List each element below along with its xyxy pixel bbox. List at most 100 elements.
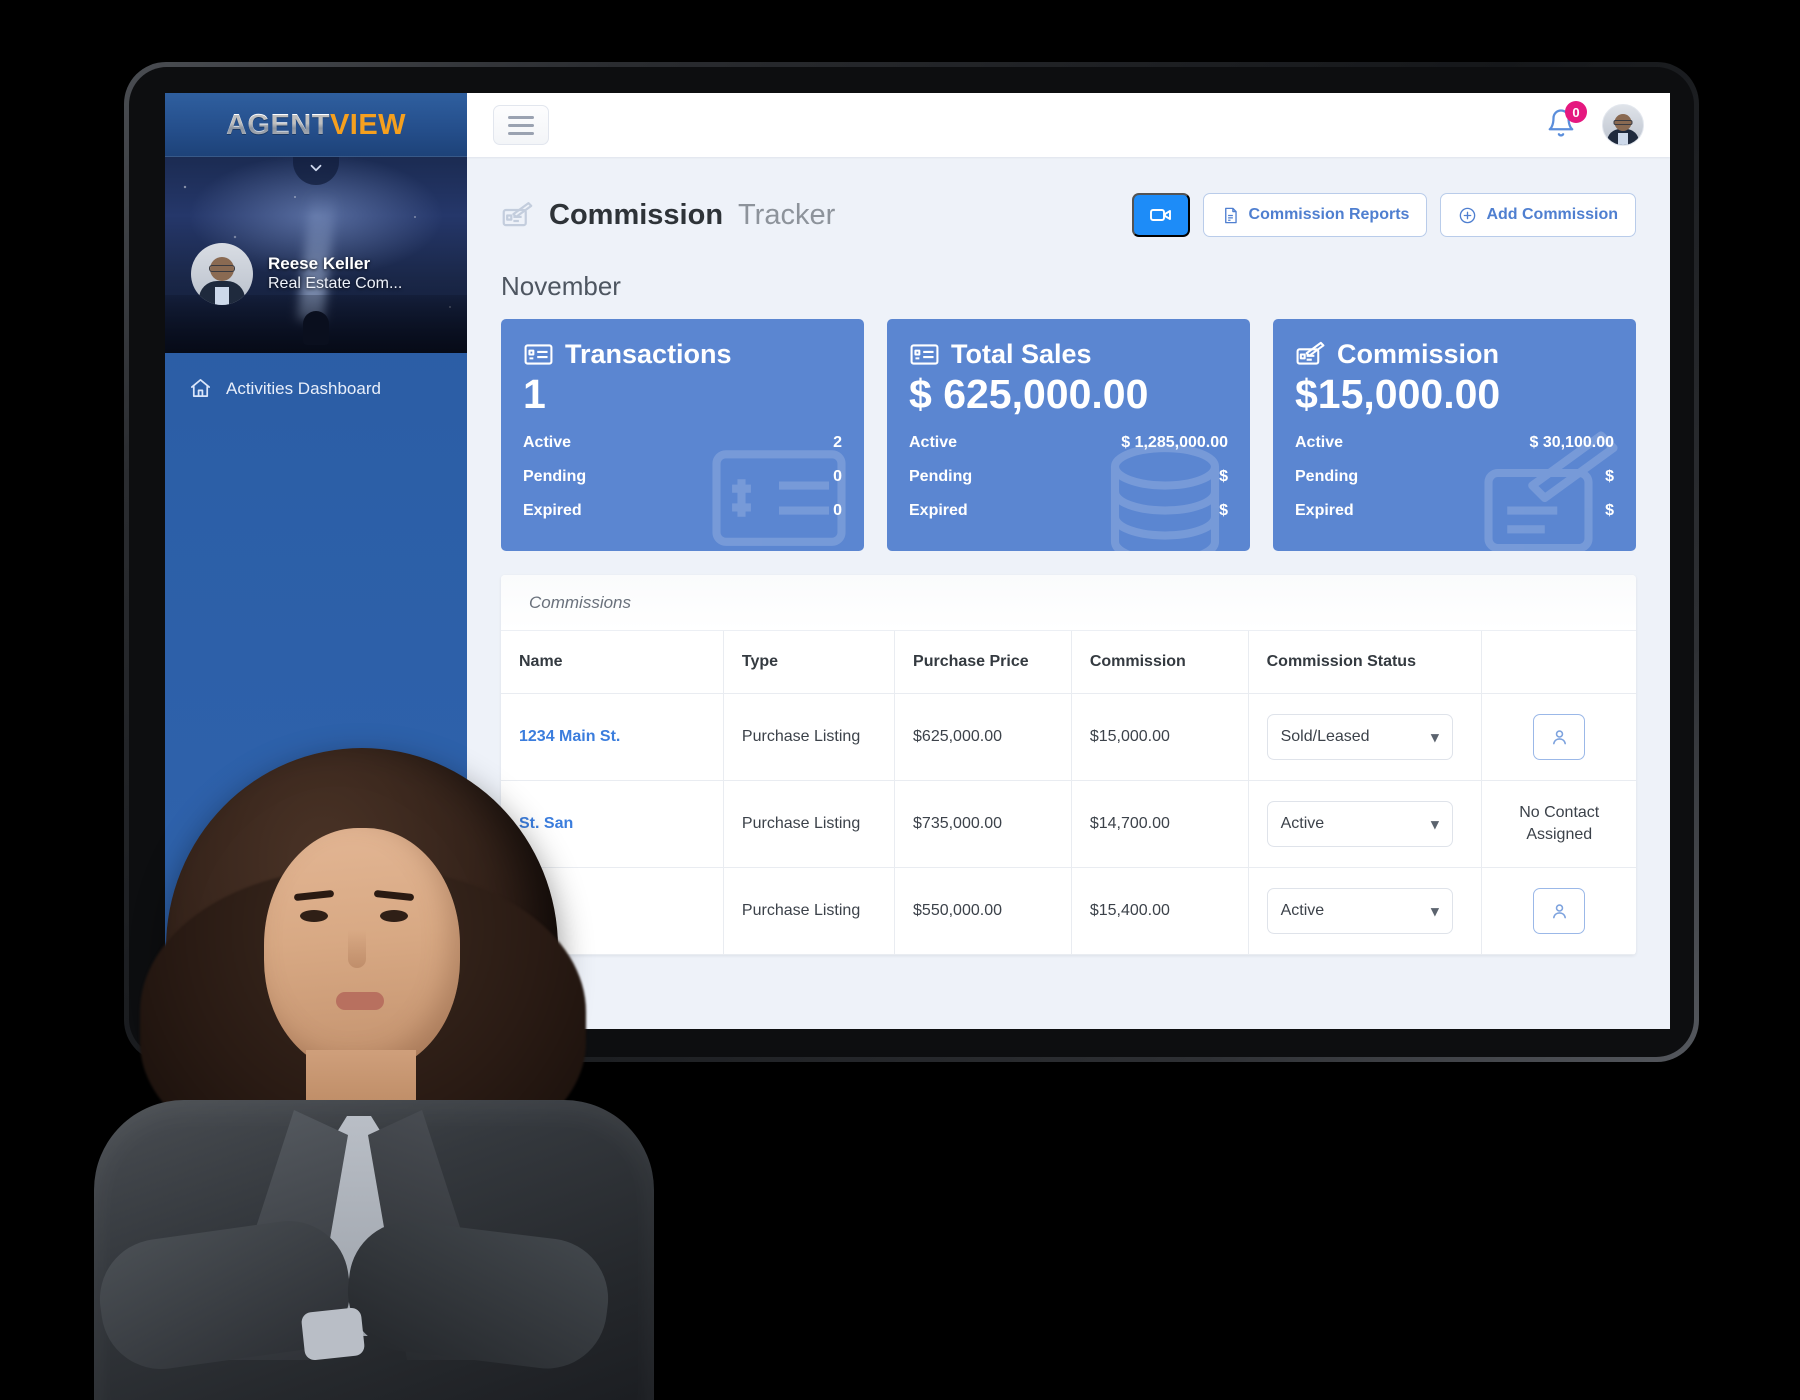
check-card-icon	[910, 344, 939, 365]
column-header-commission-status[interactable]: Commission Status	[1248, 631, 1483, 694]
chevron-down-icon	[310, 164, 322, 172]
property-link[interactable]: 1234 Main St.	[519, 728, 620, 745]
card-row-key: Active	[1295, 434, 1344, 452]
avatar	[191, 243, 253, 305]
column-header-type[interactable]: Type	[723, 631, 896, 694]
card-row: Active $ 30,100.00	[1295, 426, 1614, 460]
logo-text-view: VIEW	[329, 108, 407, 141]
cell-type: Purchase Listing	[723, 780, 896, 868]
card-row-value: $ 1,285,000.00	[1121, 434, 1228, 452]
commission-status-value: Active	[1280, 815, 1325, 832]
app-logo[interactable]: AGENTVIEW	[165, 93, 467, 157]
user-avatar-button[interactable]	[1602, 104, 1644, 146]
card-row-key: Expired	[909, 502, 968, 520]
tablet-device-frame: AGENTVIEW Reese Keller Real Estate Com..…	[124, 62, 1699, 1062]
table-row[interactable]: St. San Purchase Listing $735,000.00 $14…	[501, 780, 1636, 868]
add-commission-button[interactable]: Add Commission	[1440, 193, 1636, 237]
profile-hero-banner: Reese Keller Real Estate Com...	[165, 157, 467, 353]
cell-action	[1481, 693, 1636, 781]
presenter-arm	[341, 1214, 615, 1376]
sidebar-item-activities-dashboard[interactable]: Activities Dashboard	[165, 363, 467, 414]
card-breakdown: Active 2 Pending 0 Expired 0	[523, 426, 842, 528]
page-actions: Commission Reports Add Commission	[1131, 193, 1636, 237]
report-document-icon	[1224, 207, 1237, 223]
check-pen-icon	[502, 201, 533, 226]
topbar: 0	[467, 93, 1670, 157]
notification-badge: 0	[1565, 101, 1587, 123]
logo-text-agent: AGENT	[225, 108, 330, 141]
hamburger-line	[508, 123, 534, 127]
column-header-purchase-price[interactable]: Purchase Price	[894, 631, 1072, 694]
screenshot-stage: AGENTVIEW Reese Keller Real Estate Com..…	[0, 0, 1800, 1400]
card-row-value: $ 30,100.00	[1529, 434, 1614, 452]
stat-card-transactions: Transactions 1 Active 2 Pending 0 Expired 0	[501, 319, 864, 551]
column-header-commission[interactable]: Commission	[1071, 631, 1249, 694]
column-header-actions	[1481, 631, 1636, 694]
month-label: November	[501, 271, 621, 301]
user-icon	[1552, 903, 1566, 918]
check-pen-icon	[1296, 341, 1325, 365]
presenter-arm	[92, 1213, 358, 1377]
presenter-cuff	[300, 1306, 366, 1362]
plus-circle-icon	[1460, 207, 1476, 223]
commissions-table: Name Type Purchase Price Commission Comm…	[501, 631, 1636, 955]
card-row: Active 2	[523, 426, 842, 460]
video-button[interactable]	[1131, 193, 1190, 237]
person-silhouette	[303, 311, 329, 345]
tab-commissions[interactable]: Commissions	[529, 593, 631, 613]
table-head: Name Type Purchase Price Commission Comm…	[501, 631, 1636, 694]
profile-summary[interactable]: Reese Keller Real Estate Com...	[191, 243, 402, 305]
topbar-right-group: 0	[1546, 101, 1644, 146]
card-row-key: Expired	[523, 502, 582, 520]
notifications-button[interactable]: 0	[1546, 101, 1587, 142]
video-camera-icon	[1149, 209, 1171, 221]
table-row[interactable]: Purchase Listing $550,000.00 $15,400.00 …	[501, 867, 1636, 955]
cell-action: No Contact Assigned	[1481, 780, 1636, 868]
tablet-bezel: AGENTVIEW Reese Keller Real Estate Com..…	[129, 67, 1694, 1057]
chevron-down-icon: ▾	[1431, 816, 1439, 833]
table-row[interactable]: 1234 Main St. Purchase Listing $625,000.…	[501, 693, 1636, 781]
assign-contact-button[interactable]	[1533, 714, 1586, 760]
cell-commission-status: Sold/Leased ▾	[1248, 693, 1483, 781]
card-row-value: $	[1605, 468, 1614, 486]
chevron-down-icon: ▾	[1431, 729, 1439, 746]
cell-action	[1481, 867, 1636, 955]
property-link[interactable]: St. San	[519, 815, 573, 832]
stat-card-commission: Commission $15,000.00 Active $ 30,100.00 …	[1273, 319, 1636, 551]
commission-status-select[interactable]: Sold/Leased ▾	[1266, 714, 1453, 760]
profile-role: Real Estate Com...	[268, 275, 403, 293]
card-header: Transactions	[523, 339, 842, 370]
card-row-value: $	[1605, 502, 1614, 520]
assign-contact-button[interactable]	[1533, 888, 1586, 934]
presenter-blazer	[94, 1100, 654, 1400]
cell-commission-status: Active ▾	[1248, 780, 1483, 868]
cell-type: Purchase Listing	[723, 867, 896, 955]
table-body: 1234 Main St. Purchase Listing $625,000.…	[501, 693, 1636, 955]
menu-toggle-button[interactable]	[493, 105, 549, 145]
presenter-shirt	[317, 1116, 401, 1336]
card-row: Pending 0	[523, 460, 842, 494]
column-header-name[interactable]: Name	[501, 631, 724, 694]
cell-commission: $15,000.00	[1071, 693, 1249, 781]
card-label: Transactions	[565, 339, 732, 369]
card-value: 1	[523, 371, 546, 417]
cell-name	[501, 867, 724, 955]
card-breakdown: Active $ 1,285,000.00 Pending $ Expired $	[909, 426, 1228, 528]
cell-name: St. San	[501, 780, 724, 868]
card-row: Pending $	[1295, 460, 1614, 494]
card-value: $15,000.00	[1295, 371, 1501, 417]
chevron-down-icon: ▾	[1431, 903, 1439, 920]
sidebar-nav: Activities Dashboard	[165, 353, 467, 414]
commission-status-select[interactable]: Active ▾	[1266, 888, 1453, 934]
hamburger-line	[508, 115, 534, 119]
commission-status-select[interactable]: Active ▾	[1266, 801, 1453, 847]
cell-purchase-price: $550,000.00	[894, 867, 1072, 955]
cell-name: 1234 Main St.	[501, 693, 724, 781]
cell-commission: $15,400.00	[1071, 867, 1249, 955]
commission-reports-button[interactable]: Commission Reports	[1202, 193, 1428, 237]
card-row: Expired $	[1295, 494, 1614, 528]
card-row-key: Expired	[1295, 502, 1354, 520]
add-commission-label: Add Commission	[1486, 206, 1618, 223]
card-row-key: Pending	[1295, 468, 1359, 486]
card-row: Expired $	[909, 494, 1228, 528]
